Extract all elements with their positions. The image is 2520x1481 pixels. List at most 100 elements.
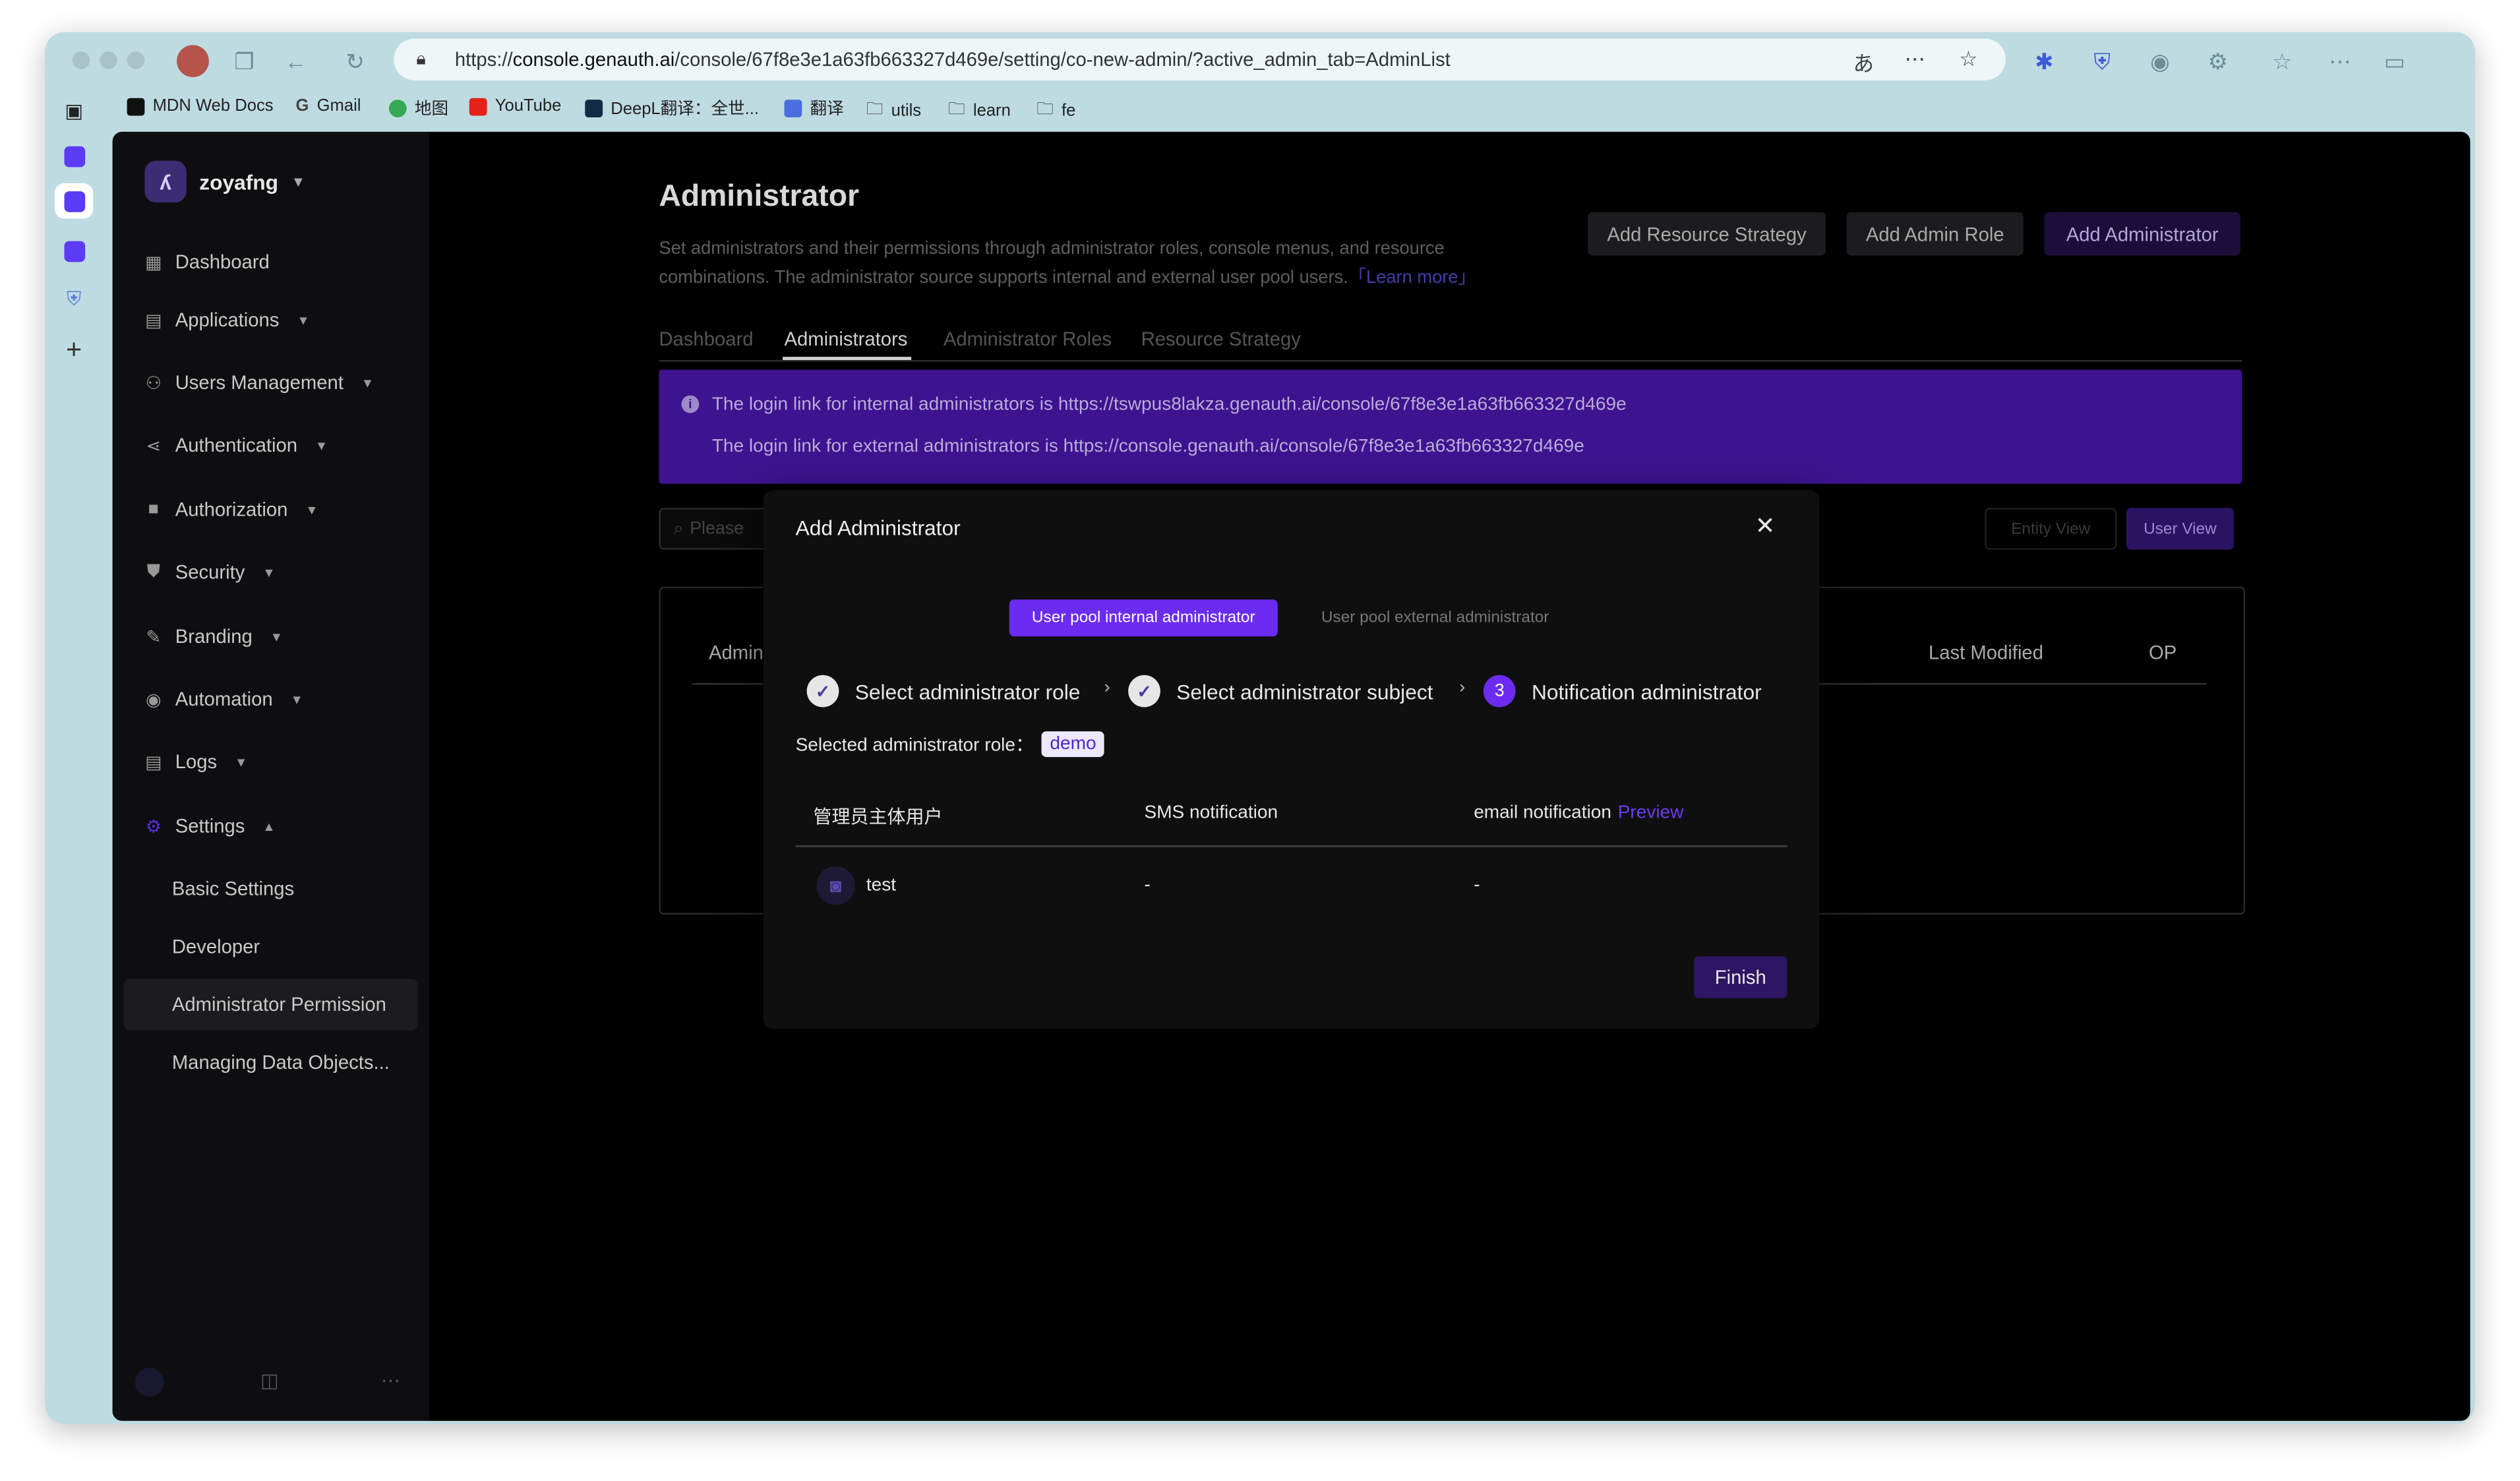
- star-icon[interactable]: ☆: [1959, 47, 1977, 73]
- chevron-down-icon: ▼: [361, 375, 375, 390]
- entity-view-toggle[interactable]: Entity View: [1985, 508, 2117, 550]
- menu-icon[interactable]: ⋯: [2324, 47, 2356, 76]
- sidebar-item-settings[interactable]: ⚙ Settings ▲: [143, 815, 276, 837]
- vertical-tab-2[interactable]: [54, 183, 94, 219]
- user-icon: ⚇: [145, 373, 162, 393]
- sidebar-item-security[interactable]: ⛊ Security ▼: [143, 561, 276, 584]
- genauth-tab-icon: [63, 145, 84, 167]
- tab-administrators[interactable]: Administrators: [785, 328, 908, 350]
- active-tab-underline: [783, 357, 912, 360]
- chevron-up-icon: ▲: [262, 818, 276, 833]
- favorites-icon[interactable]: ☆: [2266, 47, 2298, 76]
- tab-external-administrator[interactable]: User pool external administrator: [1294, 599, 1576, 636]
- column-header-subject: 管理员主体用户: [813, 808, 943, 828]
- info-icon: i: [681, 395, 700, 413]
- shield-extension-icon[interactable]: ⛨: [2086, 47, 2118, 76]
- sidebar-item-dashboard[interactable]: ▦ Dashboard: [143, 251, 270, 273]
- bookmark-mdn[interactable]: MDN Web Docs: [127, 96, 274, 116]
- reload-icon[interactable]: ↻: [339, 47, 371, 76]
- sidebar-subitem-managing-data-objects[interactable]: Managing Data Objects...: [172, 1051, 390, 1073]
- admin-tabs: Dashboard Administrators Administrator R…: [659, 324, 2242, 362]
- bookmark-translate[interactable]: 翻译: [784, 96, 844, 121]
- sidebar-item-authentication[interactable]: ⋖ Authentication ▼: [143, 434, 328, 456]
- add-resource-strategy-button[interactable]: Add Resource Strategy: [1588, 212, 1826, 256]
- row-sms-value: -: [1144, 876, 1151, 895]
- page-description: Set administrators and their permissions…: [659, 239, 1476, 288]
- finish-button[interactable]: Finish: [1694, 956, 1787, 998]
- vertical-tab-3[interactable]: [55, 233, 94, 268]
- tab-administrator-roles[interactable]: Administrator Roles: [944, 328, 1112, 350]
- sidebar-item-users-management[interactable]: ⚇ Users Management ▼: [143, 371, 374, 394]
- bookmark-folder-fe[interactable]: 🗀 fe: [1036, 96, 1075, 125]
- add-administrator-button[interactable]: Add Administrator: [2044, 212, 2240, 256]
- bookmark-folder-utils[interactable]: 🗀 utils: [866, 96, 921, 125]
- close-window-button[interactable]: [72, 51, 90, 69]
- lock-icon: ■: [148, 500, 159, 520]
- youtube-icon: [469, 97, 487, 115]
- close-icon[interactable]: ✕: [1755, 511, 1776, 540]
- learn-more-link[interactable]: 「Learn more」: [1348, 268, 1476, 287]
- add-admin-role-button[interactable]: Add Admin Role: [1846, 212, 2024, 256]
- collapse-sidebar-icon[interactable]: ◫: [260, 1370, 279, 1392]
- column-header-email: email notification Preview: [1474, 803, 1684, 823]
- table-divider: [795, 845, 1787, 847]
- more-icon[interactable]: ⋯: [1904, 47, 1925, 73]
- bookmark-youtube[interactable]: YouTube: [469, 96, 561, 116]
- mdn-icon: [127, 97, 145, 115]
- user-view-toggle[interactable]: User View: [2126, 508, 2235, 550]
- vertical-tab-1[interactable]: [55, 138, 94, 174]
- sidebar-item-applications[interactable]: ▤ Applications ▼: [143, 309, 310, 331]
- sidebar-toggle-icon[interactable]: ▭: [2379, 47, 2411, 76]
- sidebar-item-automation[interactable]: ◉ Automation ▼: [143, 688, 303, 710]
- sidebar-item-branding[interactable]: ✎ Branding ▼: [143, 625, 283, 648]
- translate-icon[interactable]: あ: [1853, 47, 1874, 77]
- sidebar-item-authorization[interactable]: ■ Authorization ▼: [143, 499, 318, 521]
- bookmark-deepl[interactable]: DeepL翻译：全世...: [585, 96, 759, 121]
- minimize-window-button[interactable]: [100, 51, 117, 69]
- extension-icon[interactable]: ✱: [2028, 47, 2060, 76]
- user-avatar-icon: ◙: [816, 866, 855, 905]
- vertical-tab-4[interactable]: ⛨: [55, 282, 94, 317]
- profile-avatar[interactable]: [177, 45, 209, 77]
- bookmark-gmail[interactable]: G Gmail: [296, 96, 361, 115]
- bookmark-folder-learn[interactable]: 🗀 learn: [948, 96, 1011, 125]
- puzzle-icon[interactable]: ⚙: [2202, 47, 2234, 76]
- deepl-icon: [585, 100, 603, 117]
- address-bar[interactable]: 🔒︎ https://console.genauth.ai/console/67…: [394, 38, 2006, 80]
- extension-2-icon[interactable]: ◉: [2144, 47, 2176, 76]
- maximize-window-button[interactable]: [127, 51, 145, 69]
- tabs-icon[interactable]: ❐: [228, 47, 260, 76]
- bookmark-maps[interactable]: 地图: [388, 96, 448, 121]
- step-number: 3: [1483, 675, 1516, 708]
- help-icon[interactable]: [135, 1368, 164, 1397]
- settings-icon: ⚙: [145, 817, 162, 837]
- maps-icon: [388, 100, 407, 117]
- chevron-down-icon: ▼: [290, 692, 303, 707]
- step-select-subject: ✓ Select administrator subject: [1128, 675, 1433, 708]
- check-icon: ✓: [806, 675, 839, 708]
- chevron-down-icon: ▼: [297, 313, 310, 328]
- tab-internal-administrator[interactable]: User pool internal administrator: [1009, 599, 1278, 637]
- sidebar-subitem-developer[interactable]: Developer: [172, 936, 260, 958]
- workspace-name: zoyafng: [199, 169, 278, 194]
- url-text: https://console.genauth.ai/console/67f8e…: [454, 48, 1451, 71]
- google-icon: G: [295, 96, 309, 116]
- vertical-tabs-toggle-icon[interactable]: ▣: [55, 93, 94, 129]
- sidebar-item-logs[interactable]: ▤ Logs ▼: [143, 750, 247, 773]
- brush-icon: ✎: [146, 627, 162, 648]
- sidebar-subitem-administrator-permission[interactable]: Administrator Permission: [172, 993, 386, 1015]
- workspace-switcher[interactable]: ʎ zoyafng ▼: [144, 160, 305, 203]
- preview-link[interactable]: Preview: [1618, 804, 1684, 823]
- selected-role: Selected administrator role： demo: [796, 731, 1104, 758]
- chevron-down-icon: ▼: [270, 629, 283, 644]
- column-header-last-modified: Last Modified: [1929, 641, 2043, 664]
- tab-resource-strategy[interactable]: Resource Strategy: [1141, 328, 1301, 350]
- modal-title: Add Administrator: [795, 516, 961, 540]
- chevron-down-icon: ▼: [262, 564, 276, 580]
- workspace-logo-icon: ʎ: [144, 160, 187, 203]
- new-tab-icon[interactable]: +: [55, 333, 94, 369]
- tab-dashboard[interactable]: Dashboard: [659, 328, 753, 350]
- more-options-icon[interactable]: ⋯: [381, 1370, 400, 1392]
- back-icon[interactable]: ←: [280, 47, 312, 76]
- sidebar-subitem-basic-settings[interactable]: Basic Settings: [172, 878, 294, 900]
